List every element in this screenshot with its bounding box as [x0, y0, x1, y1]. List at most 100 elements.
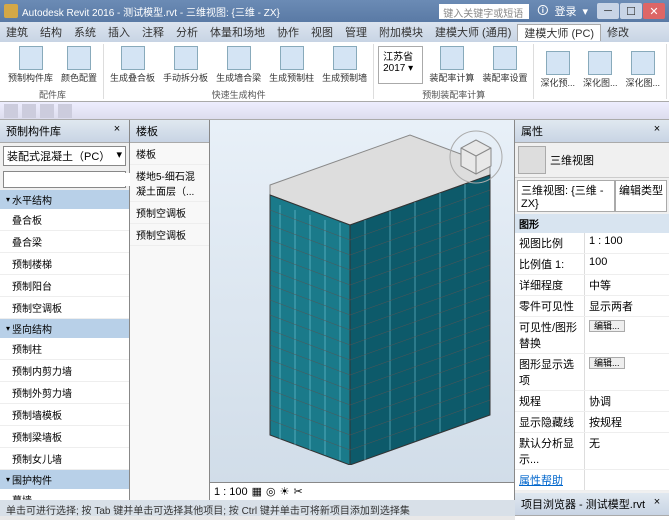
instance-combo[interactable]: 三维视图: {三维 - ZX} [517, 180, 615, 212]
ribbon-tab[interactable]: 注释 [136, 24, 170, 40]
library-item[interactable]: 幕墙 [0, 489, 129, 500]
close-button[interactable]: ✕ [643, 3, 665, 19]
ribbon-tab[interactable]: 协作 [271, 24, 305, 40]
ribbon-tab[interactable]: 建筑 [0, 24, 34, 40]
login-label[interactable]: 登录 [554, 3, 576, 19]
library-item[interactable]: 预制外剪力墙 [0, 382, 129, 404]
scale-label[interactable]: 1 : 100 [214, 486, 248, 498]
ribbon-dropdown[interactable]: 江苏省2017 ▾ [378, 46, 423, 84]
detail-item[interactable]: 预制空调板 [130, 202, 209, 224]
vc-icon[interactable]: ☀ [280, 485, 290, 498]
prop-row: 显示隐藏线按规程 [515, 412, 669, 433]
ribbon-button[interactable]: 深化图... [579, 44, 622, 95]
help-search-input[interactable]: 键入关键字或短语 [439, 4, 529, 19]
ribbon-tab[interactable]: 结构 [34, 24, 68, 40]
edit-button[interactable]: 编辑... [589, 320, 625, 332]
vc-icon[interactable]: ✂ [294, 485, 303, 498]
edit-type-button[interactable]: 编辑类型 [615, 180, 667, 212]
library-tree: 水平结构叠合板叠合梁预制楼梯预制阳台预制空调板竖向结构预制柱预制内剪力墙预制外剪… [0, 190, 129, 500]
project-browser-tree: 视图 (BIM)??????BIM_三维视图BIM_建筑建模楼层平面1F 建筑2… [515, 516, 669, 520]
library-item[interactable]: 预制柱 [0, 338, 129, 360]
ribbon-button[interactable]: 颜色配置 [57, 44, 101, 86]
user-dropdown-icon[interactable]: ▾ [582, 5, 588, 18]
properties-title: 属性 [521, 123, 543, 139]
qat-icon[interactable] [40, 104, 54, 118]
ribbon-button[interactable]: 装配率设置 [478, 44, 531, 86]
library-item[interactable]: 预制阳台 [0, 275, 129, 297]
library-search[interactable]: 🔍 [3, 171, 126, 188]
panel-header: 预制构件库 × [0, 120, 129, 143]
library-combo[interactable]: 装配式混凝土（PC） ▾ [3, 146, 126, 166]
ribbon-button[interactable]: 生成叠合板 [106, 44, 159, 86]
library-item[interactable]: 预制梁墙板 [0, 426, 129, 448]
library-item[interactable]: 叠合板 [0, 209, 129, 231]
window-title: Autodesk Revit 2016 - 测试模型.rvt - 三维视图: {… [22, 4, 280, 19]
library-item[interactable]: 预制墙模板 [0, 404, 129, 426]
detail-panel: 楼板 楼板楼地5-细石混凝土面层（...预制空调板预制空调板 [130, 120, 210, 500]
view-control-bar: 1 : 100 ▦ ◎ ☀ ✂ [210, 482, 514, 500]
prop-table: 视图比例1 : 100比例值 1:100详细程度中等零件可见性显示两者可见性/图… [515, 233, 669, 470]
maximize-button[interactable]: ☐ [620, 3, 642, 19]
ribbon-tab[interactable]: 体量和场地 [204, 24, 271, 40]
infocenter-icon[interactable]: 🛈 [537, 2, 548, 21]
detail-item[interactable]: 楼板 [130, 143, 209, 165]
ribbon-button[interactable]: 预制构件库 [4, 44, 57, 86]
vc-icon[interactable]: ▦ [252, 485, 262, 498]
library-item[interactable]: 预制空调板 [0, 297, 129, 319]
ribbon: 预制构件库颜色配置配件库生成叠合板手动拆分板生成墙合梁生成预制柱生成预制墙快速生… [0, 42, 669, 102]
type-selector[interactable]: 三维视图 [515, 143, 669, 178]
panel-close-icon[interactable]: × [651, 123, 663, 139]
ribbon-button[interactable]: 生成墙合梁 [212, 44, 265, 86]
detail-item[interactable]: 楼地5-细石混凝土面层（... [130, 165, 209, 202]
ribbon-tab[interactable]: 建模大师 (通用) [429, 24, 517, 40]
prop-row: 规程协调 [515, 391, 669, 412]
prop-row: 零件可见性显示两者 [515, 296, 669, 317]
qat-icon[interactable] [22, 104, 36, 118]
category-header[interactable]: 竖向结构 [0, 319, 129, 338]
ribbon-tab[interactable]: 管理 [339, 24, 373, 40]
panel-title: 预制构件库 [6, 123, 61, 139]
library-item[interactable]: 预制内剪力墙 [0, 360, 129, 382]
minimize-button[interactable]: ─ [597, 3, 619, 19]
library-item[interactable]: 叠合梁 [0, 231, 129, 253]
prop-row: 可见性/图形替换编辑... [515, 317, 669, 354]
ribbon-button[interactable]: 手动拆分板 [159, 44, 212, 86]
edit-button[interactable]: 编辑... [589, 357, 625, 369]
panel-close-icon[interactable]: × [111, 123, 123, 139]
ribbon-button[interactable]: 深化预... [536, 44, 579, 95]
ribbon-button[interactable]: 生成预制墙 [318, 44, 371, 86]
vc-icon[interactable]: ◎ [266, 485, 276, 498]
browser-title: 项目浏览器 - 测试模型.rvt [521, 496, 645, 512]
prop-row: 默认分析显示...无 [515, 433, 669, 470]
ribbon-tab[interactable]: 修改 [601, 24, 635, 40]
ribbon-tab[interactable]: 插入 [102, 24, 136, 40]
search-input[interactable] [5, 173, 137, 186]
category-header[interactable]: 水平结构 [0, 190, 129, 209]
qat-icon[interactable] [58, 104, 72, 118]
window-controls: ─ ☐ ✕ [596, 3, 665, 19]
library-item[interactable]: 预制女儿墙 [0, 448, 129, 470]
instance-selector: 三维视图: {三维 - ZX} 编辑类型 [517, 180, 667, 212]
panel-close-icon[interactable]: × [651, 496, 663, 512]
ribbon-button[interactable]: 生成预制柱 [265, 44, 318, 86]
detail-title: 楼板 [136, 123, 158, 139]
properties-help[interactable]: 属性帮助 [515, 470, 669, 491]
ribbon-tab[interactable]: 分析 [170, 24, 204, 40]
view-cube[interactable] [449, 130, 504, 185]
3d-viewport[interactable]: 1 : 100 ▦ ◎ ☀ ✂ [210, 120, 514, 500]
library-item[interactable]: 预制楼梯 [0, 253, 129, 275]
ribbon-tab[interactable]: 建模大师 (PC) [517, 24, 601, 41]
browser-header: 项目浏览器 - 测试模型.rvt × [515, 493, 669, 516]
ribbon-button[interactable]: 深化图... [621, 44, 664, 95]
chevron-down-icon: ▾ [116, 148, 122, 164]
ribbon-button[interactable]: 装配率计算 [425, 44, 478, 86]
type-preview-icon [518, 146, 546, 174]
type-name: 三维视图 [550, 152, 594, 168]
ribbon-tab[interactable]: 视图 [305, 24, 339, 40]
prop-row: 图形显示选项编辑... [515, 354, 669, 391]
detail-item[interactable]: 预制空调板 [130, 224, 209, 246]
category-header[interactable]: 围护构件 [0, 470, 129, 489]
qat-icon[interactable] [4, 104, 18, 118]
ribbon-tab[interactable]: 附加模块 [373, 24, 429, 40]
ribbon-tab[interactable]: 系统 [68, 24, 102, 40]
